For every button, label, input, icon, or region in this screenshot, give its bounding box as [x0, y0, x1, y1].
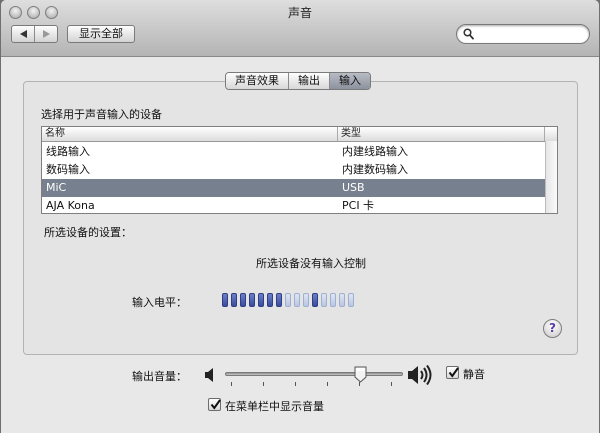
slider-tick — [327, 382, 328, 386]
tab-input[interactable]: 输入 — [329, 73, 370, 89]
device-list-title: 选择用于声音输入的设备 — [41, 108, 162, 121]
device-name: 线路输入 — [46, 145, 90, 158]
window-title: 声音 — [287, 6, 312, 20]
level-segment — [348, 293, 354, 307]
show-all-button[interactable]: 显示全部 — [67, 25, 135, 43]
table-header: 名称 类型 — [42, 127, 557, 142]
level-segment — [258, 293, 264, 307]
search-field[interactable] — [456, 24, 590, 44]
level-segment — [222, 293, 228, 307]
volume-slider-thumb[interactable] — [354, 366, 367, 383]
level-segment — [231, 293, 237, 307]
level-segment — [294, 293, 300, 307]
level-segment — [276, 293, 282, 307]
show-volume-in-menubar-checkbox[interactable] — [208, 398, 221, 411]
mute-label: 静音 — [463, 368, 485, 381]
output-volume-slider[interactable] — [225, 366, 403, 388]
device-type: 内建数码输入 — [342, 163, 408, 176]
sound-preferences-window: 声音 显示全部 声音效果 输出 输入 选择用于声音输入的设备 名称 类型 线路输… — [1, 0, 599, 433]
input-pane — [23, 81, 578, 355]
input-device-table: 名称 类型 线路输入 内建线路输入 数码输入 内建数码输入 MiC USB AJ… — [41, 126, 558, 214]
level-segment — [312, 293, 318, 307]
level-segment — [285, 293, 291, 307]
forward-icon — [42, 30, 50, 38]
table-row-selected[interactable]: MiC USB — [42, 179, 545, 197]
column-header-name[interactable]: 名称 — [42, 127, 338, 141]
slider-tick — [231, 382, 232, 386]
forward-button[interactable] — [34, 26, 57, 42]
back-forward-control — [11, 25, 58, 43]
slider-tick — [391, 382, 392, 386]
slider-tick — [263, 382, 264, 386]
level-segment — [249, 293, 255, 307]
level-segment — [321, 293, 327, 307]
table-row[interactable]: 数码输入 内建数码输入 — [42, 161, 545, 179]
level-segment — [330, 293, 336, 307]
input-level-meter — [222, 293, 357, 307]
show-volume-in-menubar-label: 在菜单栏中显示音量 — [225, 400, 324, 413]
help-button[interactable]: ? — [543, 319, 562, 338]
output-volume-label: 输出音量： — [132, 370, 187, 383]
device-type: 内建线路输入 — [342, 145, 408, 158]
back-button[interactable] — [12, 26, 34, 42]
level-segment — [303, 293, 309, 307]
column-header-type[interactable]: 类型 — [338, 127, 545, 141]
level-segment — [339, 293, 345, 307]
selected-device-settings-label: 所选设备的设置： — [44, 226, 132, 239]
title-bar: 声音 显示全部 — [1, 0, 599, 57]
slider-tick — [295, 382, 296, 386]
tab-sound-effects[interactable]: 声音效果 — [226, 73, 288, 89]
device-type: USB — [342, 181, 365, 194]
back-icon — [19, 30, 27, 38]
help-icon: ? — [549, 321, 556, 335]
search-icon — [463, 28, 474, 40]
speaker-high-icon — [408, 364, 432, 386]
device-name: AJA Kona — [46, 199, 95, 212]
level-segment — [240, 293, 246, 307]
table-row[interactable]: 线路输入 内建线路输入 — [42, 143, 545, 161]
input-level-label: 输入电平： — [132, 296, 187, 309]
slider-track — [225, 372, 403, 376]
device-type: PCI 卡 — [342, 199, 375, 212]
checkmark-icon — [448, 367, 459, 378]
tab-output[interactable]: 输出 — [288, 73, 329, 89]
mute-checkbox[interactable] — [446, 366, 459, 379]
pane-tabs: 声音效果 输出 输入 — [225, 72, 371, 90]
table-row[interactable]: AJA Kona PCI 卡 — [42, 197, 545, 213]
no-input-controls-message: 所选设备没有输入控制 — [256, 257, 366, 270]
device-name: MiC — [46, 181, 67, 194]
speaker-low-icon — [205, 368, 213, 382]
level-segment — [267, 293, 273, 307]
checkmark-icon — [210, 399, 221, 410]
table-scrollbar[interactable] — [545, 141, 557, 213]
device-name: 数码输入 — [46, 163, 90, 176]
search-input[interactable] — [477, 26, 583, 41]
